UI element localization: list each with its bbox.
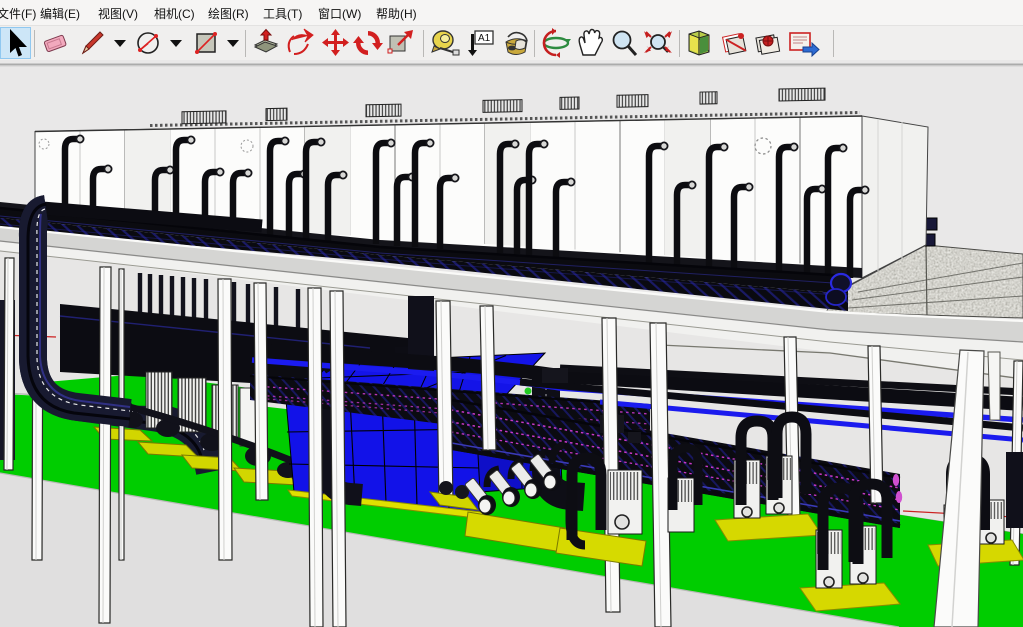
svg-text:A1: A1	[478, 33, 491, 44]
